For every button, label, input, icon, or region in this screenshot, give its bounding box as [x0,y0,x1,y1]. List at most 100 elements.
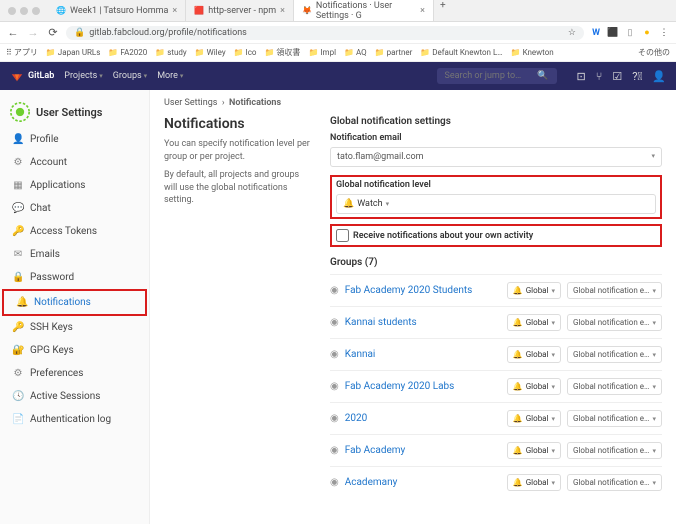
sidebar-item-ssh-keys[interactable]: 🔑SSH Keys [0,316,149,339]
checkbox-input[interactable] [336,229,349,242]
menu-icon[interactable]: ⋮ [658,27,670,39]
sidebar-item-emails[interactable]: ✉Emails [0,243,149,266]
group-link[interactable]: Academany [345,477,501,488]
group-level-select[interactable]: 🔔Global▾ [507,442,561,459]
close-icon[interactable]: × [280,6,285,16]
sidebar-title-text: User Settings [36,106,102,119]
group-link[interactable]: Fab Academy 2020 Labs [345,381,501,392]
user-avatar[interactable]: 👤 [652,70,666,83]
ext-icon[interactable]: ● [641,27,653,39]
sidebar-item-label: Notifications [34,297,91,308]
address-bar[interactable]: 🔒 gitlab.fabcloud.org/profile/notificati… [66,26,584,40]
sidebar-item-gpg-keys[interactable]: 🔐 GPG Keys [0,339,149,362]
merge-requests-icon[interactable]: ⑂ [596,70,603,83]
sidebar-title[interactable]: User Settings [0,96,149,128]
forward-button[interactable]: → [26,26,40,39]
group-link[interactable]: Kannai [345,349,501,360]
group-link[interactable]: Kannai students [345,317,501,328]
browser-tab[interactable]: 🟥 http-server - npm × [186,0,294,21]
group-link[interactable]: 2020 [345,413,501,424]
sidebar-item-chat[interactable]: 💬Chat [0,197,149,220]
help-icon[interactable]: ?⃝ [632,70,642,83]
group-email-select[interactable]: Global notification e…▾ [567,378,662,395]
group-email-select[interactable]: Global notification e…▾ [567,442,662,459]
group-email-select[interactable]: Global notification e…▾ [567,410,662,427]
sidebar-item-active-sessions[interactable]: 🕓Active Sessions [0,385,149,408]
bookmark-folder[interactable]: 📁 Knewton [511,48,554,57]
bookmark-folder[interactable]: 📁 Ico [234,48,257,57]
group-email-select[interactable]: Global notification e…▾ [567,282,662,299]
bookmark-overflow[interactable]: その他の [638,47,670,58]
user-avatar-icon [10,102,30,122]
group-level-select[interactable]: 🔔Global▾ [507,474,561,491]
select-value: Global notification e… [573,446,649,455]
notification-level-select[interactable]: 🔔 Watch ▾ [336,194,656,214]
nav-projects[interactable]: Projects ▾ [64,71,103,81]
group-email-select[interactable]: Global notification e…▾ [567,474,662,491]
section-heading: Global notification settings [330,116,662,127]
group-email-select[interactable]: Global notification e…▾ [567,314,662,331]
sidebar-item-password[interactable]: 🔒Password [0,266,149,289]
group-email-select[interactable]: Global notification e…▾ [567,346,662,363]
bookmark-folder[interactable]: 📁 Japan URLs [46,48,101,57]
apps-button[interactable]: ⠿ アプリ [6,47,38,58]
group-level-select[interactable]: 🔔Global▾ [507,282,561,299]
sidebar-item-label: GPG Keys [30,345,74,356]
breadcrumb-link[interactable]: User Settings [164,98,217,108]
header-search[interactable]: 🔍 [437,68,557,84]
group-level-select[interactable]: 🔔Global▾ [507,378,561,395]
gitlab-logo[interactable]: GitLab [10,69,54,83]
ext-icon[interactable]: ▯ [624,27,636,39]
bookmark-folder[interactable]: 📁 Impl [308,48,336,57]
reload-button[interactable]: ⟳ [46,26,60,39]
chevron-down-icon: ▾ [652,319,656,327]
sidebar-item-preferences[interactable]: ⚙Preferences [0,362,149,385]
nav-more[interactable]: More ▾ [157,71,183,81]
todos-icon[interactable]: ☑ [612,70,622,83]
star-icon[interactable]: ☆ [568,28,576,38]
close-icon[interactable]: × [420,6,425,16]
back-button[interactable]: ← [6,26,20,39]
bookmark-folder[interactable]: 📁 study [155,48,186,57]
sidebar-item-access-tokens[interactable]: 🔑Access Tokens [0,220,149,243]
ext-icon[interactable]: ⬛ [607,27,619,39]
browser-tab-active[interactable]: 🦊 Notifications · User Settings · G × [294,0,434,21]
ext-icon[interactable]: W [590,27,602,39]
group-level-select[interactable]: 🔔Global▾ [507,314,561,331]
bookmark-folder[interactable]: 📁 FA2020 [108,48,147,57]
browser-tab[interactable]: 🌐 Week1 | Tatsuro Homma × [48,0,186,21]
group-level-select[interactable]: 🔔Global▾ [507,346,561,363]
group-link[interactable]: Fab Academy [345,445,501,456]
group-row: ◉Fab Academy 2020 Students🔔Global▾Global… [330,274,662,306]
window-controls [0,7,48,15]
issues-icon[interactable]: ⊡ [577,70,586,83]
sidebar-item-authentication-log[interactable]: 📄Authentication log [0,408,149,431]
close-icon[interactable]: × [172,6,177,16]
group-row: ◉2020🔔Global▾Global notification e…▾ [330,402,662,434]
notification-email-select[interactable]: tato.flam@gmail.com ▾ [330,147,662,167]
bookmark-folder[interactable]: 📁 領収書 [264,47,300,58]
sidebar-item-notifications[interactable]: 🔔Notifications [2,289,147,316]
sidebar-item-icon: ⚙ [12,368,24,379]
search-input[interactable] [445,71,525,81]
sidebar-item-account[interactable]: ⚙Account [0,151,149,174]
bookmark-folder[interactable]: 📁 AQ [344,48,367,57]
bookmark-folder[interactable]: 📁 partner [375,48,413,57]
group-level-select[interactable]: 🔔Global▾ [507,410,561,427]
traffic-light-max[interactable] [32,7,40,15]
new-tab-button[interactable]: + [434,0,452,21]
bookmark-folder[interactable]: 📁 Wiley [195,48,226,57]
sidebar-item-applications[interactable]: ▦Applications [0,174,149,197]
traffic-light-min[interactable] [20,7,28,15]
sidebar-item-profile[interactable]: 👤Profile [0,128,149,151]
group-link[interactable]: Fab Academy 2020 Students [345,285,501,296]
chevron-down-icon: ▾ [551,415,555,423]
field-label: Notification email [330,133,662,143]
sidebar-item-icon: 🕓 [12,391,24,402]
nav-groups[interactable]: Groups ▾ [113,71,147,81]
sidebar-item-icon: ⚙ [12,157,24,168]
sidebar-item-icon: 🔐 [12,345,24,356]
traffic-light-close[interactable] [8,7,16,15]
bookmark-folder[interactable]: 📁 Default Knewton L… [420,48,502,57]
own-activity-checkbox[interactable]: Receive notifications about your own act… [336,229,656,242]
